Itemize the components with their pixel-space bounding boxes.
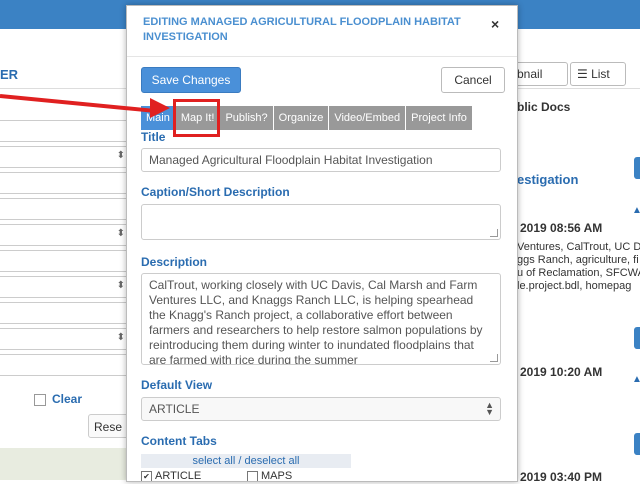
description-textarea[interactable]: CalTrout, working closely with UC Davis,… [141, 273, 501, 365]
select-arrow-icon: ⬍ [116, 150, 125, 161]
default-view-value: ARTICLE [149, 402, 200, 416]
filter-field[interactable] [0, 354, 128, 376]
content-tabs-label: Content Tabs [141, 434, 217, 448]
filter-field[interactable] [0, 120, 128, 142]
result-tags: Ventures, CalTrout, UC D ggs Ranch, agri… [517, 241, 640, 293]
resize-handle-icon[interactable] [490, 229, 498, 237]
title-input[interactable]: Managed Agricultural Floodplain Habitat … [141, 148, 501, 172]
tag-line: u of Reclamation, SFCWA [517, 267, 640, 279]
filter-field[interactable] [0, 198, 128, 220]
article-checkbox[interactable]: ✔ ARTICLE [141, 470, 202, 482]
filter-panel-title: ER [0, 67, 19, 82]
cancel-button[interactable]: Cancel [441, 67, 505, 93]
thumbnail-label: bnail [517, 67, 543, 81]
description-value: CalTrout, working closely with UC Davis,… [149, 278, 483, 365]
filter-field[interactable]: ⬍ [0, 224, 128, 246]
deselect-all-link[interactable]: deselect all [244, 455, 299, 467]
select-arrow-icon: ⬍ [116, 332, 125, 343]
maps-checkbox[interactable]: MAPS [247, 470, 293, 482]
filter-field[interactable] [0, 172, 128, 194]
filter-field[interactable] [0, 250, 128, 272]
modal-divider [127, 56, 517, 57]
annotation-arrow-head-icon [150, 98, 170, 118]
public-docs-heading: blic Docs [517, 100, 571, 114]
clear-checkbox[interactable]: Clear [34, 392, 82, 406]
select-all-link[interactable]: select all [192, 455, 235, 467]
filter-panel: ⬍ ⬍ ⬍ ⬍ [0, 120, 128, 380]
result-title-link[interactable]: estigation [517, 172, 578, 187]
clear-label: Clear [52, 392, 83, 406]
modal-title: EDITING MANAGED AGRICULTURAL FLOODPLAIN … [143, 16, 461, 43]
side-tab[interactable] [634, 157, 640, 179]
caption-textarea[interactable] [141, 204, 501, 240]
select-links: select all / deselect all [141, 454, 351, 468]
description-label: Description [141, 255, 208, 269]
map-thumbnail [0, 448, 128, 480]
result-date: 2019 03:40 PM [520, 470, 603, 484]
save-changes-button[interactable]: Save Changes [141, 67, 241, 93]
list-view-button[interactable]: ☰ List [570, 62, 626, 86]
edit-modal: EDITING MANAGED AGRICULTURAL FLOODPLAIN … [126, 5, 518, 482]
checkbox-label: MAPS [261, 470, 293, 482]
close-icon[interactable]: × [491, 16, 499, 32]
annotation-highlight-box [173, 99, 220, 137]
checkbox-icon [34, 393, 46, 406]
select-arrows-icon: ▲ ▼ [485, 400, 494, 417]
filter-field[interactable]: ⬍ [0, 328, 128, 350]
side-tab[interactable] [634, 327, 640, 349]
select-arrow-icon: ⬍ [116, 280, 125, 291]
tab-project-info[interactable]: Project Info [406, 106, 472, 130]
checkbox-label: ARTICLE [155, 470, 202, 482]
caption-label: Caption/Short Description [141, 185, 290, 199]
tag-line: ggs Ranch, agriculture, fi [517, 254, 639, 266]
tab-video-embed[interactable]: Video/Embed [329, 106, 406, 130]
default-view-label: Default View [141, 378, 213, 392]
tab-organize[interactable]: Organize [273, 106, 329, 130]
result-date: 2019 08:56 AM [520, 221, 603, 235]
caret-up-icon: ▲ [632, 205, 640, 216]
title-label: Title [141, 130, 166, 144]
default-view-select[interactable]: ARTICLE ▲ ▼ [141, 397, 501, 421]
list-label: List [591, 67, 610, 81]
list-icon: ☰ [577, 67, 592, 81]
select-arrow-icon: ⬍ [116, 228, 125, 239]
filter-field[interactable]: ⬍ [0, 276, 128, 298]
thumbnail-view-button[interactable]: bnail [510, 62, 568, 86]
filter-field[interactable]: ⬍ [0, 146, 128, 168]
filter-field[interactable] [0, 302, 128, 324]
caret-up-icon: ▲ [632, 374, 640, 385]
result-date: 2019 10:20 AM [520, 365, 603, 379]
tag-line: le.project.bdl, homepag [517, 280, 632, 292]
resize-handle-icon[interactable] [490, 354, 498, 362]
tab-publish[interactable]: Publish? [220, 106, 273, 130]
side-tab[interactable] [634, 433, 640, 455]
link-separator: / [238, 455, 242, 467]
tag-line: Ventures, CalTrout, UC D [517, 241, 640, 253]
